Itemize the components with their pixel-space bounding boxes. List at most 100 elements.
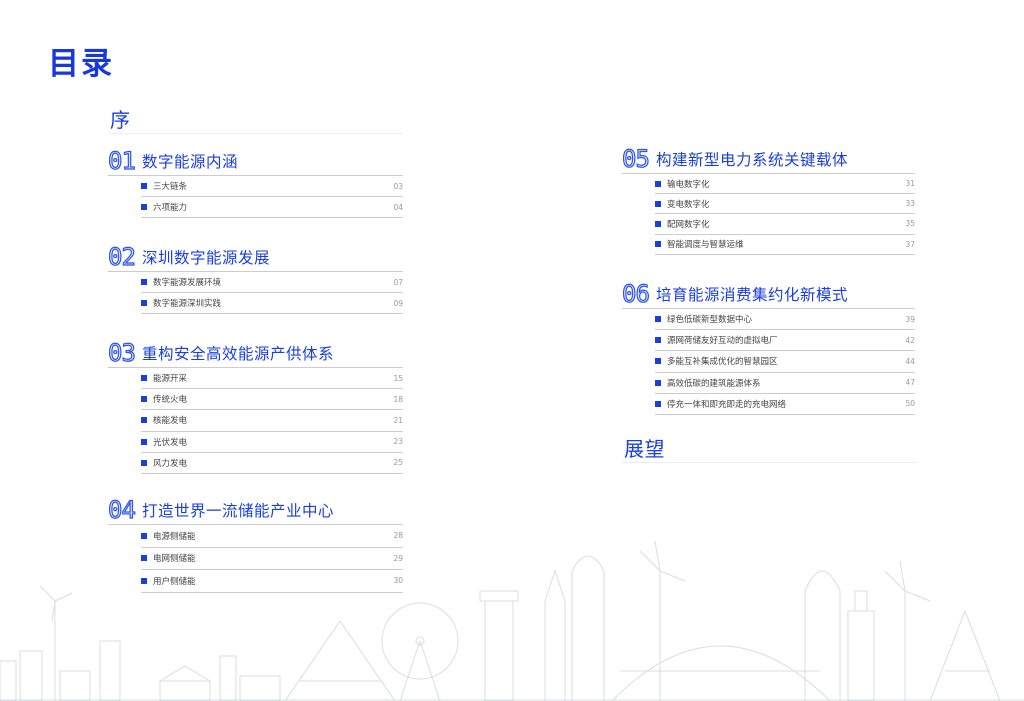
bullet-square-icon [655, 241, 661, 248]
section-header[interactable]: 02 深圳数字能源发展 [107, 242, 403, 272]
toc-entry[interactable]: 三大链条 03 [141, 176, 403, 197]
toc-section-s01: 01 数字能源内涵 三大链条 03 六项能力 04 [107, 146, 403, 218]
toc-entry[interactable]: 智能调度与智慧运维 37 [655, 235, 915, 255]
entry-page-number: 03 [393, 181, 403, 191]
entry-page-number: 25 [393, 458, 403, 468]
bullet-square-icon [141, 417, 147, 424]
bullet-square-icon [141, 183, 147, 189]
toc-entry[interactable]: 六项能力 04 [141, 197, 403, 218]
entry-label: 高效低碳的建筑能源体系 [667, 378, 761, 389]
entry-label: 三大链条 [153, 182, 188, 192]
toc-entry[interactable]: 源网荷储友好互动的虚拟电厂 42 [655, 330, 915, 352]
bullet-square-icon [655, 400, 661, 407]
bullet-square-icon [655, 379, 661, 386]
section-header[interactable]: 05 构建新型电力系统关键载体 [621, 144, 915, 174]
bullet-square-icon [141, 396, 147, 403]
entry-page-number: 47 [905, 378, 915, 388]
section-title: 展望 [624, 436, 665, 461]
entry-label: 输电数字化 [667, 179, 710, 190]
toc-entry[interactable]: 数字能源发展环境 07 [141, 272, 403, 293]
section-number: 05 [621, 144, 650, 173]
bullet-square-icon [141, 300, 147, 306]
entry-label: 智能调度与智慧运维 [667, 240, 744, 251]
entry-page-number: 33 [905, 199, 915, 209]
toc-entry[interactable]: 停充一体和即充即走的充电网络 50 [655, 394, 915, 415]
toc-section-preface: 序 [108, 103, 403, 134]
toc-entry[interactable]: 数字能源深圳实践 09 [141, 293, 403, 314]
section-number: 01 [107, 146, 136, 175]
entry-page-number: 35 [905, 219, 915, 229]
bullet-square-icon [655, 316, 661, 323]
section-number: 02 [107, 242, 136, 271]
entry-page-number: 21 [393, 415, 403, 425]
entry-page-number: 44 [905, 356, 915, 366]
page-title: 目录 [48, 46, 114, 82]
entry-page-number: 50 [905, 399, 915, 409]
toc-entry[interactable]: 传统火电 18 [141, 389, 403, 411]
entry-label: 变电数字化 [667, 199, 710, 210]
bullet-square-icon [141, 459, 147, 466]
entry-page-number: 23 [393, 437, 403, 447]
toc-entry[interactable]: 核能发电 21 [141, 410, 403, 432]
entry-page-number: 09 [393, 298, 403, 308]
entry-label: 多能互补集成优化的智慧园区 [667, 357, 778, 368]
section-header[interactable]: 04 打造世界一流储能产业中心 [107, 495, 403, 525]
section-number: 06 [621, 279, 650, 308]
entry-page-number: 37 [905, 239, 915, 249]
bullet-square-icon [141, 438, 147, 445]
toc-entry[interactable]: 配网数字化 35 [655, 214, 915, 235]
toc-entry[interactable]: 风力发电 25 [141, 453, 403, 474]
entry-page-number: 39 [905, 314, 915, 324]
bullet-square-icon [141, 204, 147, 210]
toc-section-s06: 06 培育能源消费集约化新模式 绿色低碳新型数据中心 39 源网荷储友好互动的虚拟… [621, 279, 915, 415]
toc-entry[interactable]: 变电数字化 33 [655, 194, 915, 215]
entry-label: 六项能力 [153, 203, 188, 213]
entry-page-number: 07 [393, 277, 403, 287]
toc-section-s05: 05 构建新型电力系统关键载体 输电数字化 31 变电数字化 33 配网数字化 3… [621, 144, 915, 255]
section-title: 培育能源消费集约化新模式 [656, 285, 849, 304]
section-title: 深圳数字能源发展 [142, 248, 271, 267]
section-title: 构建新型电力系统关键载体 [656, 150, 849, 169]
section-title: 数字能源内涵 [142, 152, 239, 171]
city-skyline-illustration [0, 540, 1024, 701]
section-number: 03 [107, 338, 136, 367]
section-header[interactable]: 展望 [622, 432, 917, 463]
bullet-square-icon [655, 180, 661, 187]
toc-entry[interactable]: 绿色低碳新型数据中心 39 [655, 309, 915, 331]
bullet-square-icon [655, 220, 661, 227]
toc-entry[interactable]: 输电数字化 31 [655, 174, 915, 195]
entry-label: 核能发电 [153, 416, 188, 427]
entry-label: 配网数字化 [667, 219, 710, 230]
section-title: 打造世界一流储能产业中心 [142, 501, 335, 520]
entry-page-number: 42 [905, 335, 915, 345]
toc-entry[interactable]: 高效低碳的建筑能源体系 47 [655, 373, 915, 394]
section-header[interactable]: 01 数字能源内涵 [107, 146, 403, 176]
toc-entry[interactable]: 能源开采 15 [141, 368, 403, 390]
section-header[interactable]: 序 [108, 103, 403, 134]
entry-page-number: 31 [905, 179, 915, 189]
bullet-square-icon [141, 279, 147, 285]
section-header[interactable]: 03 重构安全高效能源产供体系 [107, 338, 403, 368]
section-title: 序 [110, 107, 131, 132]
section-header[interactable]: 06 培育能源消费集约化新模式 [621, 279, 915, 309]
entry-label: 绿色低碳新型数据中心 [667, 315, 753, 326]
bullet-square-icon [655, 358, 661, 365]
bullet-square-icon [141, 375, 147, 382]
entry-label: 数字能源深圳实践 [153, 299, 222, 309]
toc-section-s02: 02 深圳数字能源发展 数字能源发展环境 07 数字能源深圳实践 09 [107, 242, 403, 314]
entry-label: 光伏发电 [153, 437, 188, 448]
entry-label: 风力发电 [153, 458, 188, 469]
entry-page-number: 04 [393, 202, 403, 212]
entry-page-number: 18 [393, 394, 403, 404]
entry-label: 源网荷储友好互动的虚拟电厂 [667, 336, 778, 347]
toc-entry[interactable]: 多能互补集成优化的智慧园区 44 [655, 351, 915, 373]
toc-section-s03: 03 重构安全高效能源产供体系 能源开采 15 传统火电 18 核能发电 21 光… [107, 338, 403, 474]
section-number: 04 [107, 495, 136, 524]
entry-label: 传统火电 [153, 395, 188, 406]
entry-page-number: 15 [393, 373, 403, 383]
toc-section-outlook: 展望 [622, 432, 917, 463]
bullet-square-icon [655, 337, 661, 344]
entry-label: 停充一体和即充即走的充电网络 [667, 399, 787, 410]
entry-label: 能源开采 [153, 374, 188, 385]
toc-entry[interactable]: 光伏发电 23 [141, 432, 403, 453]
